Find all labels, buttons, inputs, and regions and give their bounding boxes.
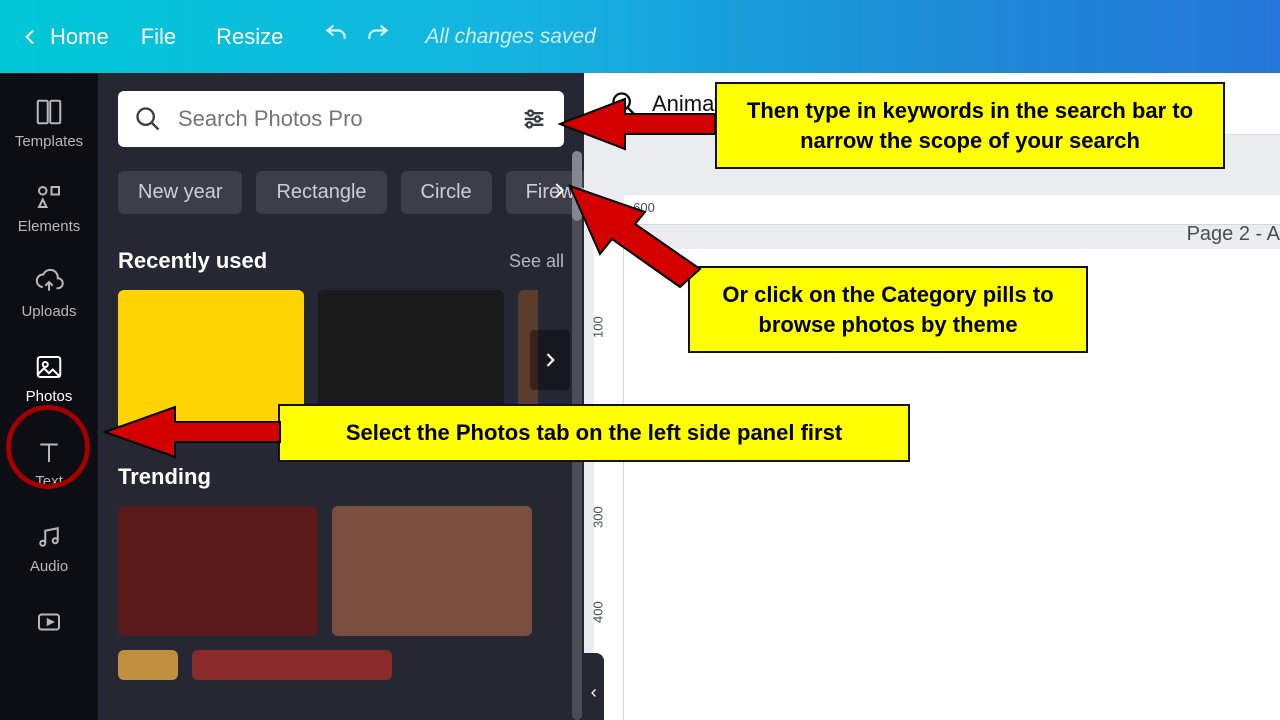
sidebar-item-uploads[interactable]: Uploads — [0, 253, 98, 334]
text-icon — [34, 437, 64, 467]
callout-pills: Or click on the Category pills to browse… — [688, 266, 1088, 353]
photo-thumb[interactable] — [118, 506, 318, 636]
redo-icon[interactable] — [365, 24, 391, 50]
trending-row — [118, 506, 564, 680]
sidebar-label: Uploads — [21, 303, 76, 320]
recently-used-title: Recently used — [118, 248, 267, 274]
page-label: Page 2 - A — [1187, 223, 1280, 246]
search-icon — [134, 105, 162, 133]
arrow-to-photos-tab — [100, 402, 280, 467]
sidebar-label: Audio — [30, 558, 68, 575]
photo-thumb[interactable] — [192, 650, 392, 680]
photos-icon — [34, 352, 64, 382]
sidebar-item-photos[interactable]: Photos — [0, 338, 98, 419]
save-status: All changes saved — [425, 25, 595, 49]
sidebar-item-audio[interactable]: Audio — [0, 508, 98, 589]
elements-icon — [34, 182, 64, 212]
sidebar-item-templates[interactable]: Templates — [0, 83, 98, 164]
filter-icon[interactable] — [520, 105, 548, 133]
top-bar: Home File Resize All changes saved — [0, 0, 1280, 73]
sidebar-label: Templates — [15, 133, 83, 150]
photos-panel: New year Rectangle Circle Fireworks Rece… — [98, 73, 584, 720]
uploads-icon — [34, 267, 64, 297]
left-sidebar: Templates Elements Uploads Photos Text A… — [0, 73, 98, 720]
callout-photos-tab: Select the Photos tab on the left side p… — [278, 404, 910, 462]
templates-icon — [34, 97, 64, 127]
home-label: Home — [50, 24, 109, 50]
category-pills: New year Rectangle Circle Fireworks — [118, 171, 564, 214]
photo-thumb[interactable] — [332, 506, 532, 636]
collapse-panel-button[interactable] — [584, 653, 604, 720]
callout-search: Then type in keywords in the search bar … — [715, 82, 1225, 169]
search-bar[interactable] — [118, 91, 564, 147]
undo-icon[interactable] — [323, 24, 349, 50]
back-icon — [20, 27, 40, 47]
sidebar-item-video[interactable] — [0, 593, 98, 651]
chevron-right-icon — [540, 350, 560, 370]
sidebar-item-elements[interactable]: Elements — [0, 168, 98, 249]
photo-thumb[interactable] — [118, 650, 178, 680]
audio-icon — [34, 522, 64, 552]
thumbs-next[interactable] — [530, 330, 570, 390]
arrow-to-search — [555, 94, 715, 159]
file-menu[interactable]: File — [133, 18, 184, 56]
arrow-to-pills — [555, 164, 705, 309]
sidebar-item-text[interactable]: Text — [0, 423, 98, 504]
pill-new-year[interactable]: New year — [118, 171, 242, 214]
pill-circle[interactable]: Circle — [401, 171, 492, 214]
video-icon — [34, 607, 64, 637]
back-home[interactable]: Home — [20, 24, 109, 50]
sidebar-label: Photos — [26, 388, 73, 405]
pill-rectangle[interactable]: Rectangle — [256, 171, 386, 214]
sidebar-label: Elements — [18, 218, 81, 235]
resize-menu[interactable]: Resize — [208, 18, 291, 56]
trending-title: Trending — [118, 464, 211, 490]
search-input[interactable] — [178, 106, 504, 132]
sidebar-label: Text — [35, 473, 63, 490]
chevron-left-icon — [588, 687, 600, 699]
ruler-horizontal: 600 — [624, 195, 1280, 225]
